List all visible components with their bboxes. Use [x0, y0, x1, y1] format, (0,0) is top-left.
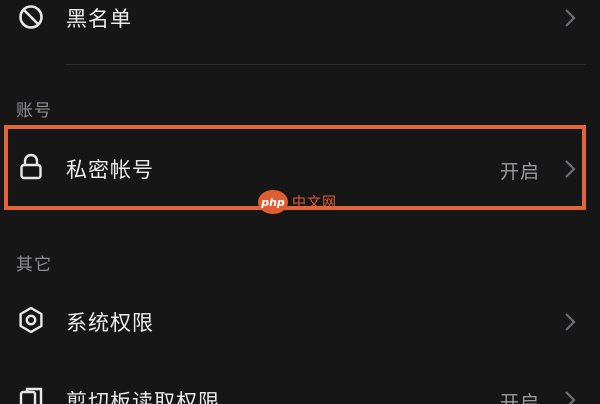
chevron-right-icon	[565, 313, 576, 331]
settings-row-blacklist[interactable]: 黑名单	[0, 0, 600, 40]
watermark: php 中文网	[258, 190, 337, 214]
settings-row-label: 系统权限	[66, 311, 154, 335]
chevron-right-icon	[565, 9, 576, 27]
watermark-text: 中文网	[292, 195, 337, 211]
block-icon	[19, 5, 43, 29]
clipboard-icon	[19, 387, 43, 404]
section-header-other: 其它	[16, 255, 52, 275]
section-header-account: 账号	[16, 101, 52, 121]
settings-row-clipboard-permission[interactable]: 剪切板读取权限 开启	[0, 372, 600, 404]
chevron-right-icon	[565, 391, 576, 404]
settings-row-system-permissions[interactable]: 系统权限	[0, 285, 600, 357]
settings-row-label: 黑名单	[66, 7, 132, 31]
status-value: 开启	[500, 392, 541, 404]
divider	[66, 64, 586, 65]
settings-row-label: 剪切板读取权限	[66, 390, 220, 404]
watermark-logo: php	[258, 190, 288, 214]
settings-hexagon-icon	[19, 306, 43, 334]
